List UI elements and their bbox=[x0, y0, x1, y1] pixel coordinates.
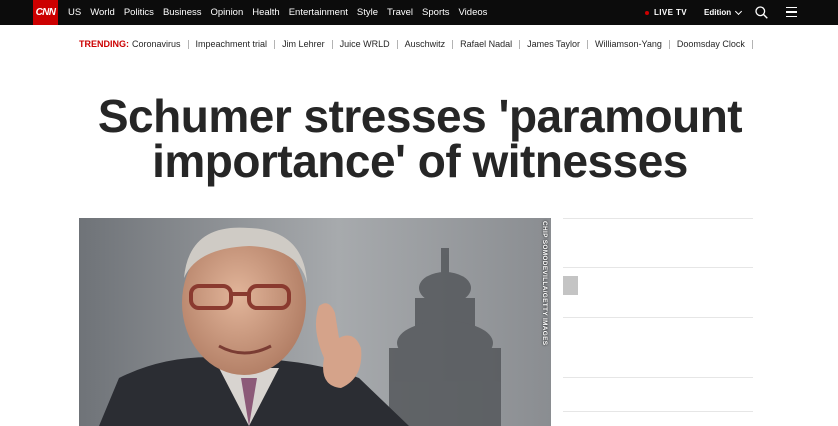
rail-thumbnail-placeholder[interactable] bbox=[563, 276, 578, 295]
nav-item-sports[interactable]: Sports bbox=[422, 7, 449, 18]
trending-item-auschwitz[interactable]: Auschwitz bbox=[405, 39, 454, 49]
rail-divider bbox=[563, 267, 753, 268]
article-headline: Schumer stresses 'paramount importance' … bbox=[97, 90, 743, 187]
trending-item-doomsday-clock[interactable]: Doomsday Clock bbox=[677, 39, 753, 49]
trending-item-jim-lehrer[interactable]: Jim Lehrer bbox=[282, 39, 333, 49]
trending-item-coronavirus[interactable]: Coronavirus bbox=[132, 39, 189, 49]
nav-item-us[interactable]: US bbox=[68, 7, 81, 18]
article-hero-image[interactable]: CHIP SOMODEVILLA/GETTY IMAGES bbox=[79, 218, 551, 426]
rail-divider bbox=[563, 411, 753, 412]
top-navigation-bar: CNN US World Politics Business Opinion H… bbox=[0, 0, 838, 25]
nav-item-style[interactable]: Style bbox=[357, 7, 378, 18]
nav-item-videos[interactable]: Videos bbox=[459, 7, 488, 18]
trending-item-juice-wrld[interactable]: Juice WRLD bbox=[340, 39, 398, 49]
trending-label: TRENDING: bbox=[79, 39, 129, 49]
edition-menu[interactable]: Edition bbox=[704, 0, 743, 25]
trending-item-impeachment-trial[interactable]: Impeachment trial bbox=[196, 39, 276, 49]
nav-links: US World Politics Business Opinion Healt… bbox=[68, 0, 496, 25]
nav-item-world[interactable]: World bbox=[90, 7, 115, 18]
cnn-logo[interactable]: CNN bbox=[33, 0, 58, 25]
trending-item-rafael-nadal[interactable]: Rafael Nadal bbox=[460, 39, 521, 49]
image-credit: CHIP SOMODEVILLA/GETTY IMAGES bbox=[541, 221, 548, 346]
nav-item-travel[interactable]: Travel bbox=[387, 7, 413, 18]
nav-item-politics[interactable]: Politics bbox=[124, 7, 154, 18]
live-tv-link[interactable]: LIVE TV bbox=[645, 0, 687, 25]
live-tv-label: LIVE TV bbox=[654, 8, 688, 17]
nav-item-opinion[interactable]: Opinion bbox=[211, 7, 244, 18]
rail-divider bbox=[563, 218, 753, 219]
search-icon[interactable] bbox=[755, 6, 768, 19]
nav-item-health[interactable]: Health bbox=[252, 7, 279, 18]
edition-label: Edition bbox=[704, 8, 732, 17]
trending-item-james-taylor[interactable]: James Taylor bbox=[527, 39, 588, 49]
chevron-down-icon bbox=[735, 7, 743, 15]
photo-illustration bbox=[79, 218, 551, 426]
nav-item-entertainment[interactable]: Entertainment bbox=[289, 7, 348, 18]
menu-icon[interactable] bbox=[786, 7, 797, 17]
nav-item-business[interactable]: Business bbox=[163, 7, 202, 18]
rail-divider bbox=[563, 377, 753, 378]
rail-divider bbox=[563, 317, 753, 318]
live-dot-icon bbox=[645, 10, 649, 15]
trending-item-williamson-yang[interactable]: Williamson-Yang bbox=[595, 39, 670, 49]
trending-bar: TRENDING: Coronavirus Impeachment trial … bbox=[79, 38, 760, 50]
